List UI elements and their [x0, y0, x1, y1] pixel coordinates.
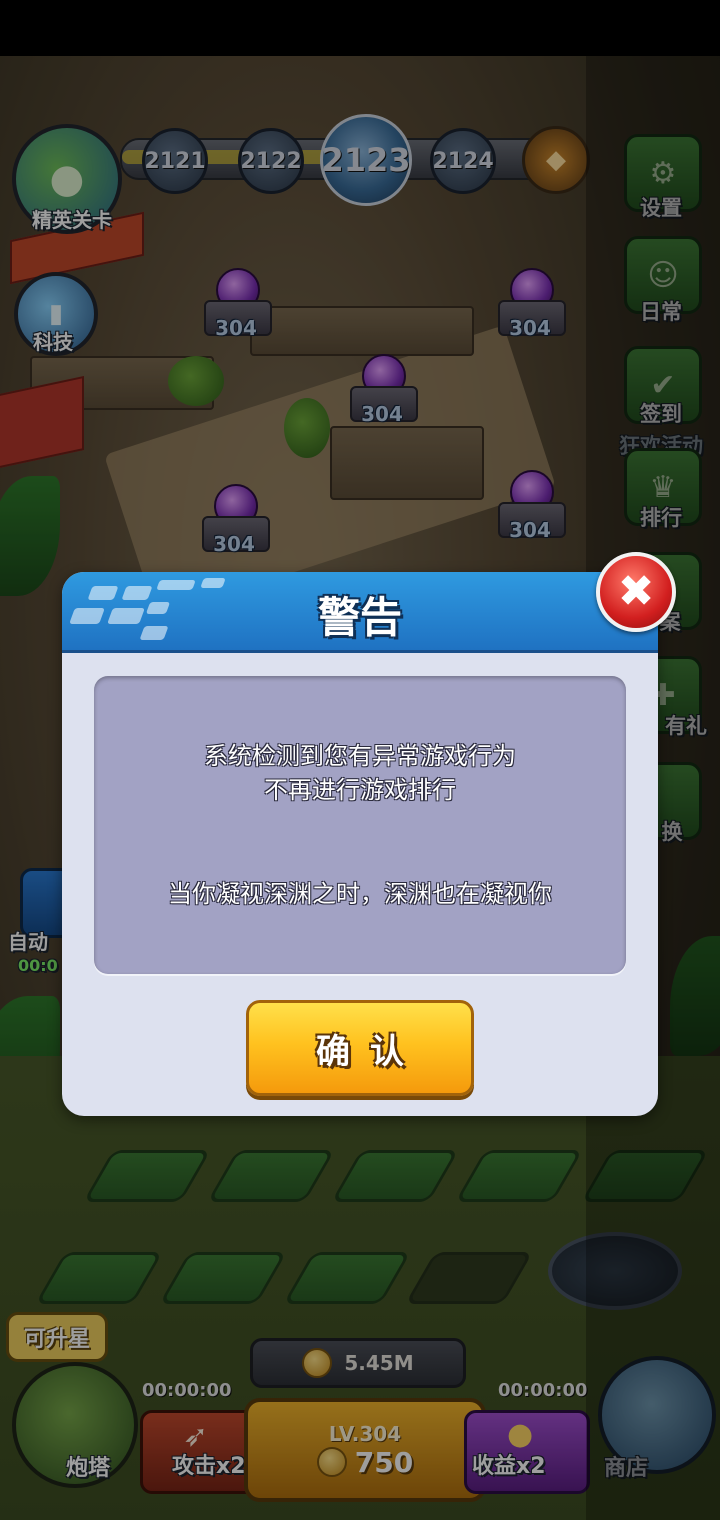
- message-line: 当你凝视深渊之时，深渊也在凝视你: [168, 880, 552, 908]
- message-line: 不再进行游戏排行: [264, 776, 456, 804]
- message-box: 系统检测到您有异常游戏行为 不再进行游戏排行 当你凝视深渊之时，深渊也在凝视你: [94, 676, 626, 974]
- message-line: 系统检测到您有异常游戏行为: [204, 742, 516, 770]
- warning-dialog: 警告 系统检测到您有异常游戏行为 不再进行游戏排行 当你凝视深渊之时，深渊也在凝…: [62, 572, 658, 1116]
- confirm-button[interactable]: 确认: [246, 1000, 474, 1096]
- confirm-label: 确认: [316, 1031, 424, 1072]
- dialog-header: 警告: [62, 572, 658, 653]
- status-bar: [0, 0, 720, 56]
- dialog-title: 警告: [317, 593, 402, 642]
- close-button[interactable]: ✖: [596, 552, 676, 632]
- close-icon: ✖: [617, 566, 655, 617]
